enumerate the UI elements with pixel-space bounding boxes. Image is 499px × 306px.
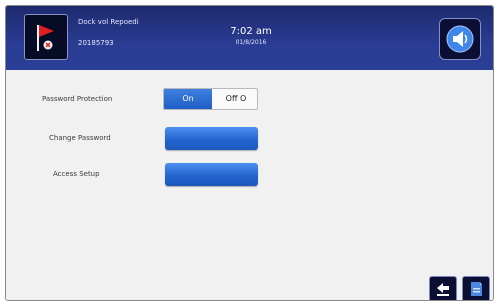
alarm-flag-button[interactable] bbox=[24, 14, 68, 60]
back-arrow-icon bbox=[437, 283, 449, 296]
bookmark-icon bbox=[471, 282, 482, 296]
back-button[interactable] bbox=[429, 276, 457, 300]
speaker-button[interactable] bbox=[439, 18, 481, 60]
change-password-button[interactable] bbox=[165, 127, 258, 150]
red-flag-icon bbox=[37, 25, 54, 51]
access-setup-button[interactable] bbox=[165, 163, 258, 186]
password-protection-label: Password Protection bbox=[42, 95, 113, 103]
bookmark-button[interactable] bbox=[462, 276, 490, 300]
header-bar: Dock vol Repoedi 20185793 7:02 am 01/8/2… bbox=[6, 6, 493, 70]
toggle-off-option[interactable]: Off O bbox=[214, 89, 257, 109]
access-setup-label: Access Setup bbox=[53, 170, 100, 178]
password-protection-toggle[interactable]: On Off O bbox=[163, 88, 258, 110]
site-id: 20185793 bbox=[78, 39, 114, 47]
speaker-icon bbox=[446, 25, 474, 53]
time-display: 7:02 am bbox=[230, 26, 272, 37]
toggle-on-option[interactable]: On bbox=[164, 89, 212, 109]
date-display: 01/8/2016 bbox=[235, 39, 267, 46]
screen: Dock vol Repoedi 20185793 7:02 am 01/8/2… bbox=[5, 5, 494, 301]
clock: 7:02 am 01/8/2016 bbox=[221, 26, 281, 48]
site-name: Dock vol Repoedi bbox=[78, 18, 139, 26]
change-password-label: Change Password bbox=[49, 134, 111, 142]
